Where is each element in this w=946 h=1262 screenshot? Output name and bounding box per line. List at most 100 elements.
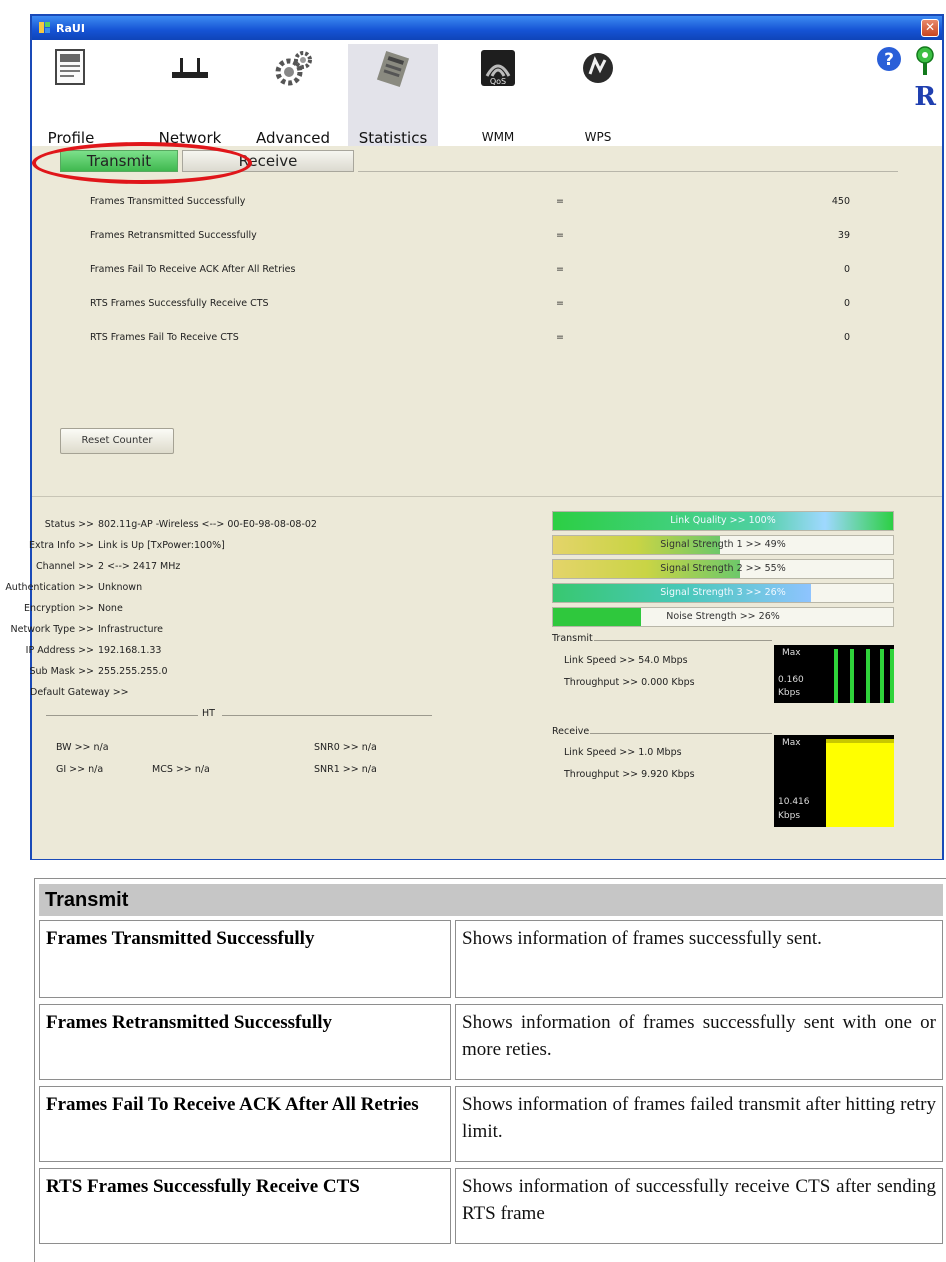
toolbar-network[interactable]: Network [150,44,230,147]
description-table-header: Transmit [39,884,943,916]
toolbar-profile[interactable]: Profile [38,44,104,147]
toolbar-label-advanced: Advanced [255,129,331,147]
reset-counter-button[interactable]: Reset Counter [60,428,174,454]
toolbar-wps[interactable]: WPS [570,44,626,146]
wmm-icon: QoS [481,50,515,86]
status-key: Encryption >> [24,603,94,614]
transmit-link-speed: Link Speed >> 54.0 Mbps [564,655,688,666]
stat-row: Frames Fail To Receive ACK After All Ret… [90,264,850,280]
ht-label: HT [202,708,215,719]
status-key: Channel >> [36,561,94,572]
transmit-graph-value: 0.160 [778,675,804,685]
transmit-group-line [594,640,772,641]
toolbar-advanced[interactable]: Advanced [250,44,336,147]
ht-divider-left [46,715,198,716]
ht-bw: BW >> n/a [56,742,109,753]
status-key: Authentication >> [5,582,94,593]
stat-row: RTS Frames Fail To Receive CTS = 0 [90,332,850,348]
ht-mcs: MCS >> n/a [152,764,210,775]
stat-value: 39 [837,230,850,241]
stat-row: RTS Frames Successfully Receive CTS = 0 [90,298,850,314]
table-definition: Shows information of frames failed trans… [455,1086,943,1162]
help-icon[interactable]: ? [876,46,902,72]
status-row: Sub Mask >> [29,666,94,682]
main-toolbar: Profile Network Advanced Statistics QoS … [32,40,942,147]
signal-strength-2-bar: Signal Strength 2 >> 55% [552,559,894,579]
status-value: Infrastructure [98,624,164,635]
stat-value: 0 [843,264,850,275]
table-definition: Shows information of successfully receiv… [455,1168,943,1244]
raui-window: RaUI ✕ Profile Network Advanced Statisti… [5,14,944,860]
status-value: None [98,603,123,614]
table-term: Frames Retransmitted Successfully [39,1004,451,1080]
close-button[interactable]: ✕ [921,19,939,37]
status-value: 2 <--> 2417 MHz [98,561,181,572]
receive-group-line [590,733,772,734]
status-value: Unknown [98,582,143,593]
description-table: Transmit Frames Transmitted Successfully… [34,878,946,1262]
status-value: Link is Up [TxPower:100%] [98,540,225,551]
transmit-throughput-graph: Max 0.160 Kbps [774,645,894,703]
toolbar-statistics[interactable]: Statistics [348,44,438,147]
signal-strength-1-text: Signal Strength 1 >> 49% [660,539,786,550]
transmit-throughput: Throughput >> 0.000 Kbps [564,677,695,688]
signal-strength-3-bar: Signal Strength 3 >> 26% [552,583,894,603]
stat-label: Frames Transmitted Successfully [90,196,246,207]
window-title: RaUI [56,22,85,35]
ht-divider-right [222,715,432,716]
receive-graph-unit: Kbps [778,811,801,821]
status-value: 802.11g-AP -Wireless <--> 00-E0-98-08-08… [98,519,317,530]
noise-strength-bar: Noise Strength >> 26% [552,607,894,627]
status-value-wrap: 255.255.255.0 [94,666,494,682]
transmit-group-title: Transmit [552,633,593,644]
ht-gi: GI >> n/a [56,764,104,775]
stat-label: Frames Fail To Receive ACK After All Ret… [90,264,296,275]
highlight-oval [32,142,252,184]
receive-group-title: Receive [552,726,590,737]
advanced-icon [275,51,312,86]
status-value-wrap: Infrastructure [94,624,494,640]
toolbar-label-wmm: WMM [481,130,515,144]
toolbar-label-wps: WPS [584,130,612,144]
status-key: IP Address >> [25,645,94,656]
stat-label: RTS Frames Fail To Receive CTS [90,332,239,343]
signal-strength-1-bar: Signal Strength 1 >> 49% [552,535,894,555]
status-key: Extra Info >> [28,540,94,551]
status-value: 192.168.1.33 [98,645,162,656]
transmit-graph-unit: Kbps [778,688,801,698]
status-panel: Status >> 802.11g-AP -Wireless <--> 00-E… [5,496,942,859]
status-row: Channel >> [32,561,94,577]
table-term: RTS Frames Successfully Receive CTS [39,1168,451,1244]
status-value-wrap: 802.11g-AP -Wireless <--> 00-E0-98-08-08… [94,519,494,535]
stat-separator: = [556,196,564,207]
stat-value: 450 [831,196,850,207]
network-icon [172,58,208,78]
status-key: Network Type >> [10,624,94,635]
profile-icon [55,49,85,85]
toolbar-wmm[interactable]: QoS WMM [470,44,526,146]
status-row: Encryption >> [24,603,94,619]
status-row: Extra Info >> [28,540,94,556]
statistics-panel: Transmit Receive Frames Transmitted Succ… [32,142,942,494]
ht-snr0: SNR0 >> n/a [314,742,377,753]
stat-separator: = [556,332,564,343]
table-definition: Shows information of frames successfully… [455,1004,943,1080]
stat-separator: = [556,230,564,241]
status-value-wrap: Link is Up [TxPower:100%] [94,540,494,556]
receive-link-speed: Link Speed >> 1.0 Mbps [564,747,682,758]
status-row: Network Type >> [11,624,94,640]
status-row: IP Address >> [26,645,94,661]
receive-graph-value: 10.416 [778,797,810,807]
stat-label: RTS Frames Successfully Receive CTS [90,298,269,309]
title-bar: RaUI ✕ [32,16,942,40]
ralink-logo: R [914,82,936,112]
status-value-wrap: Unknown [94,582,494,598]
receive-throughput-graph: Max 10.416 Kbps [774,735,894,827]
ht-snr1: SNR1 >> n/a [314,764,377,775]
table-definition: Shows information of frames successfully… [455,920,943,998]
tab-divider [358,171,898,172]
connection-status-icon[interactable] [914,46,936,76]
transmit-graph-max: Max [782,648,801,658]
status-key: Sub Mask >> [29,666,94,677]
stat-value: 0 [843,298,850,309]
